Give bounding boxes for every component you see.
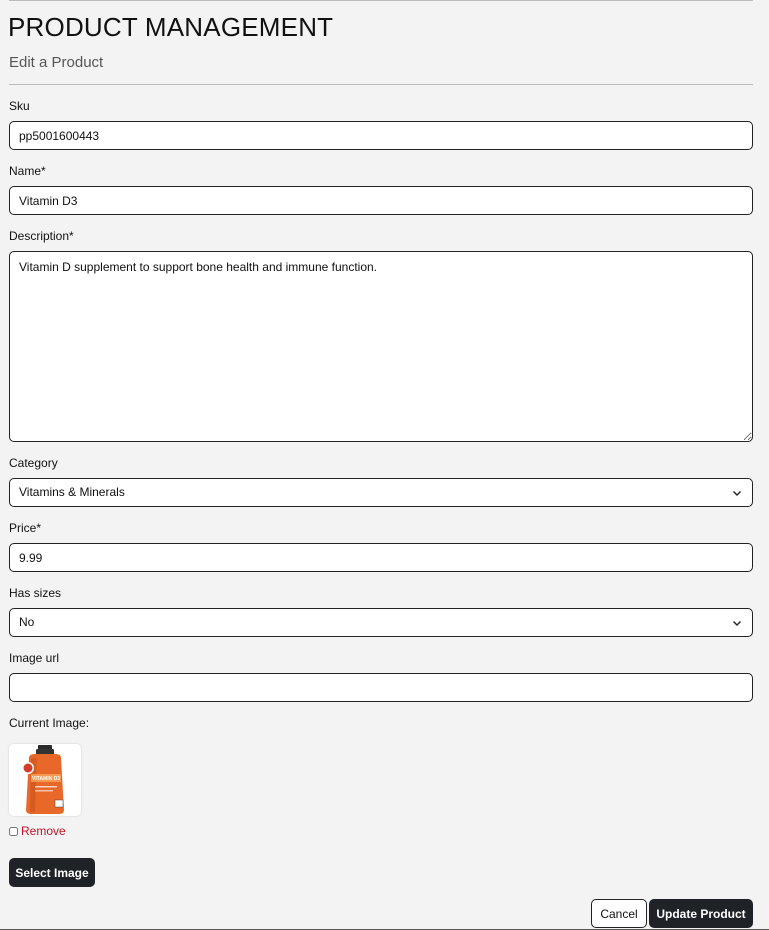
chevron-down-icon xyxy=(733,620,741,626)
header-divider xyxy=(9,84,753,85)
description-label: Description* xyxy=(9,229,74,243)
has-sizes-selected-value: No xyxy=(19,615,35,629)
cancel-button[interactable]: Cancel xyxy=(591,899,647,928)
product-bottle-image: VITAMIN D3 xyxy=(9,744,81,816)
name-input[interactable] xyxy=(9,186,753,215)
sku-input[interactable] xyxy=(9,121,753,150)
image-url-input[interactable] xyxy=(9,673,753,702)
remove-image-label[interactable]: Remove xyxy=(21,824,66,838)
category-label: Category xyxy=(9,456,58,470)
page-title: PRODUCT MANAGEMENT xyxy=(8,12,334,42)
name-label: Name* xyxy=(9,164,46,178)
has-sizes-label: Has sizes xyxy=(9,586,62,600)
price-input[interactable] xyxy=(9,543,753,572)
select-image-button[interactable]: Select Image xyxy=(9,858,95,887)
remove-image-row: Remove xyxy=(9,824,66,838)
update-product-button[interactable]: Update Product xyxy=(649,899,753,928)
description-textarea[interactable]: Vitamin D supplement to support bone hea… xyxy=(9,251,753,442)
image-url-label: Image url xyxy=(9,651,60,665)
current-image-thumbnail: VITAMIN D3 xyxy=(9,744,81,816)
page-subtitle: Edit a Product xyxy=(9,54,104,71)
bottle-label-text: VITAMIN D3 xyxy=(32,776,60,782)
category-select[interactable]: Vitamins & Minerals xyxy=(9,478,753,507)
sku-label: Sku xyxy=(9,99,30,113)
category-selected-value: Vitamins & Minerals xyxy=(19,485,125,499)
price-label: Price* xyxy=(9,521,42,535)
remove-image-checkbox[interactable] xyxy=(9,826,18,836)
has-sizes-select[interactable]: No xyxy=(9,608,753,637)
chevron-down-icon xyxy=(733,490,741,496)
top-divider xyxy=(9,0,753,1)
current-image-label: Current Image: xyxy=(9,716,90,730)
